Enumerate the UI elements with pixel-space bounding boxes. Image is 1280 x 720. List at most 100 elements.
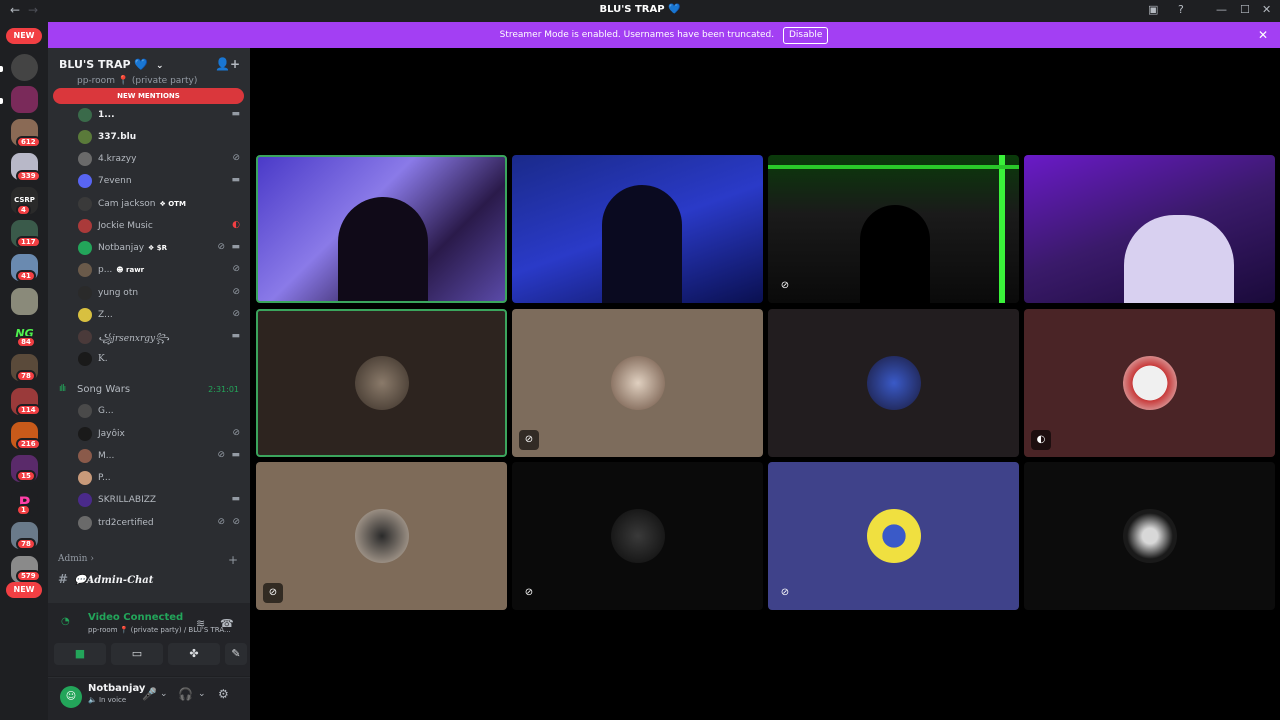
category-admin[interactable]: Admin › + (58, 553, 243, 567)
participant-avatar (866, 509, 921, 563)
participant-silhouette (1124, 215, 1234, 303)
avatar-tile[interactable]: ◐ (1024, 309, 1275, 457)
voice-user[interactable]: 4.krazyy ⊘ (77, 149, 243, 169)
avatar-tile[interactable]: ⊘ (768, 462, 1019, 610)
chevron-down-icon: ⌄ (155, 61, 164, 71)
video-tile[interactable]: ⊘ (768, 155, 1019, 303)
camera-button[interactable]: ■ (54, 643, 106, 665)
video-tile[interactable] (512, 155, 763, 303)
voice-status: Video Connected (88, 612, 184, 623)
avatar (78, 197, 92, 211)
activities-button[interactable]: ✤ (168, 643, 220, 665)
mention-badge: 339 (16, 170, 41, 182)
close-banner-icon[interactable]: ✕ (1258, 22, 1268, 48)
maximize-button[interactable]: ☐ (1240, 3, 1250, 16)
avatar (78, 174, 92, 188)
screen-share-button[interactable]: ▭ (111, 643, 163, 665)
voice-user[interactable]: yung otn ⊘ (77, 283, 243, 303)
settings-gear-icon[interactable]: ⚙ (218, 687, 229, 701)
server-icon-1[interactable] (11, 54, 38, 81)
mention-badge: 1 (16, 504, 31, 516)
window-title: BLU'S TRAP 💙 (599, 4, 681, 15)
voice-user[interactable]: Cam jackson ❖ OTM (77, 194, 243, 214)
voice-user[interactable]: 337.blu (77, 127, 243, 147)
add-channel-icon[interactable]: + (228, 553, 238, 567)
voice-user[interactable]: p... ☻ rawr ⊘ (77, 260, 243, 280)
avatar-tile[interactable] (1024, 462, 1275, 610)
voice-user[interactable]: ꧁jrsenxrgy꧂ ▬ (77, 327, 243, 347)
avatar (78, 427, 92, 441)
muted-icon: ⊘ (232, 153, 240, 163)
new-mentions-pill[interactable]: NEW MENTIONS (53, 88, 244, 104)
voice-user[interactable]: 7evenn ▬ (77, 171, 243, 191)
chevron-down-icon[interactable]: ⌄ (160, 689, 168, 699)
voice-user[interactable]: trd2certified ⊘ ⊘ (77, 513, 243, 533)
avatar-tile[interactable] (768, 309, 1019, 457)
voice-user[interactable]: G... (77, 401, 243, 421)
user-status: 🔈 In voice (88, 696, 127, 704)
unread-pip (0, 66, 3, 72)
avatar-tile[interactable]: ⊘ (512, 309, 763, 457)
participant-avatar (1122, 356, 1177, 410)
avatar-tile[interactable] (256, 309, 507, 457)
hash-icon: # (58, 572, 69, 586)
avatar (78, 286, 92, 300)
voice-user[interactable]: M... ⊘ ▬ (77, 446, 243, 466)
server-icon-2[interactable] (11, 86, 38, 113)
add-member-icon[interactable]: 👤+ (215, 57, 240, 71)
voice-user[interactable]: SKRILLABIZZ ▬ (77, 490, 243, 510)
voice-user[interactable]: Jayôix ⊘ (77, 424, 243, 444)
signal-icon[interactable]: ◔ (61, 616, 70, 627)
voice-user[interactable]: 1... ▬ (77, 105, 243, 125)
avatar-tile[interactable]: ⊘ (256, 462, 507, 610)
minimize-button[interactable]: — (1216, 3, 1227, 16)
channel-timer: 2:31:01 (208, 385, 239, 394)
deafened-icon: ⊘ (232, 517, 240, 527)
voice-user[interactable]: Jockie Music ◐ (77, 216, 243, 236)
soundboard-button[interactable]: ✎ (225, 643, 247, 665)
voice-user[interactable]: Z... ⊘ (77, 305, 243, 325)
avatar (78, 404, 92, 418)
new-unread-pill-top[interactable]: NEW (6, 28, 42, 44)
close-window-button[interactable]: ✕ (1262, 3, 1271, 16)
username[interactable]: Notbanjay (88, 683, 145, 694)
voice-location[interactable]: pp-room 📍 (private party) / BLU'S TRA... (88, 626, 233, 634)
voice-user[interactable]: K. (77, 349, 243, 369)
avatar (78, 108, 92, 122)
role-tag: ❖ OTM (159, 200, 186, 208)
voice-channel-pp-room[interactable]: pp-room 📍 (private party) (77, 76, 197, 86)
disable-streamer-mode-button[interactable]: Disable (782, 27, 829, 44)
voice-channel-song-wars[interactable]: ıIlı Song Wars 2:31:01 (59, 382, 244, 398)
camera-icon: ▬ (231, 109, 240, 119)
deafened-icon: ◐ (1031, 430, 1051, 450)
muted-icon: ⊘ (232, 264, 240, 274)
user-avatar[interactable]: ☺ (60, 686, 82, 708)
channel-name: 💬Admin-Chat (74, 575, 154, 586)
help-icon[interactable]: ? (1178, 3, 1184, 16)
video-tile[interactable] (1024, 155, 1275, 303)
avatar-tile[interactable]: ⊘ (512, 462, 763, 610)
server-icon-8[interactable] (11, 288, 38, 315)
disconnect-icon[interactable]: ☎ (220, 617, 234, 630)
voice-connection-panel: ◔ Video Connected pp-room 📍 (private par… (48, 603, 250, 677)
server-name: BLU'S TRAP 💙 (59, 58, 149, 71)
noise-suppression-icon[interactable]: ≋ (196, 617, 205, 630)
voice-user-name: SKRILLABIZZ (98, 495, 157, 505)
text-channel-admin-chat[interactable]: # 💬Admin-Chat (58, 572, 153, 586)
muted-icon: ⊘ (780, 280, 790, 291)
new-unread-pill-bottom[interactable]: NEW (6, 582, 42, 598)
headphones-icon[interactable]: 🎧 (178, 687, 193, 701)
inbox-icon[interactable]: ▣ (1148, 3, 1158, 16)
led-strip (768, 165, 1019, 169)
role-tag: ☻ rawr (116, 266, 145, 274)
video-grid: ⊘ ⊘ ◐ ⊘ ⊘ ⊘ (250, 48, 1280, 720)
camera-icon: ▬ (231, 494, 240, 504)
chevron-down-icon[interactable]: ⌄ (198, 689, 206, 699)
avatar (78, 330, 92, 344)
voice-user[interactable]: P... (77, 468, 243, 488)
voice-user[interactable]: Notbanjay ❖ $R ⊘ ▬ (77, 238, 243, 258)
participant-avatar (610, 509, 665, 563)
video-tile[interactable] (256, 155, 507, 303)
voice-user-name: Notbanjay ❖ $R (98, 243, 168, 253)
microphone-muted-icon[interactable]: 🎤 (142, 687, 157, 701)
